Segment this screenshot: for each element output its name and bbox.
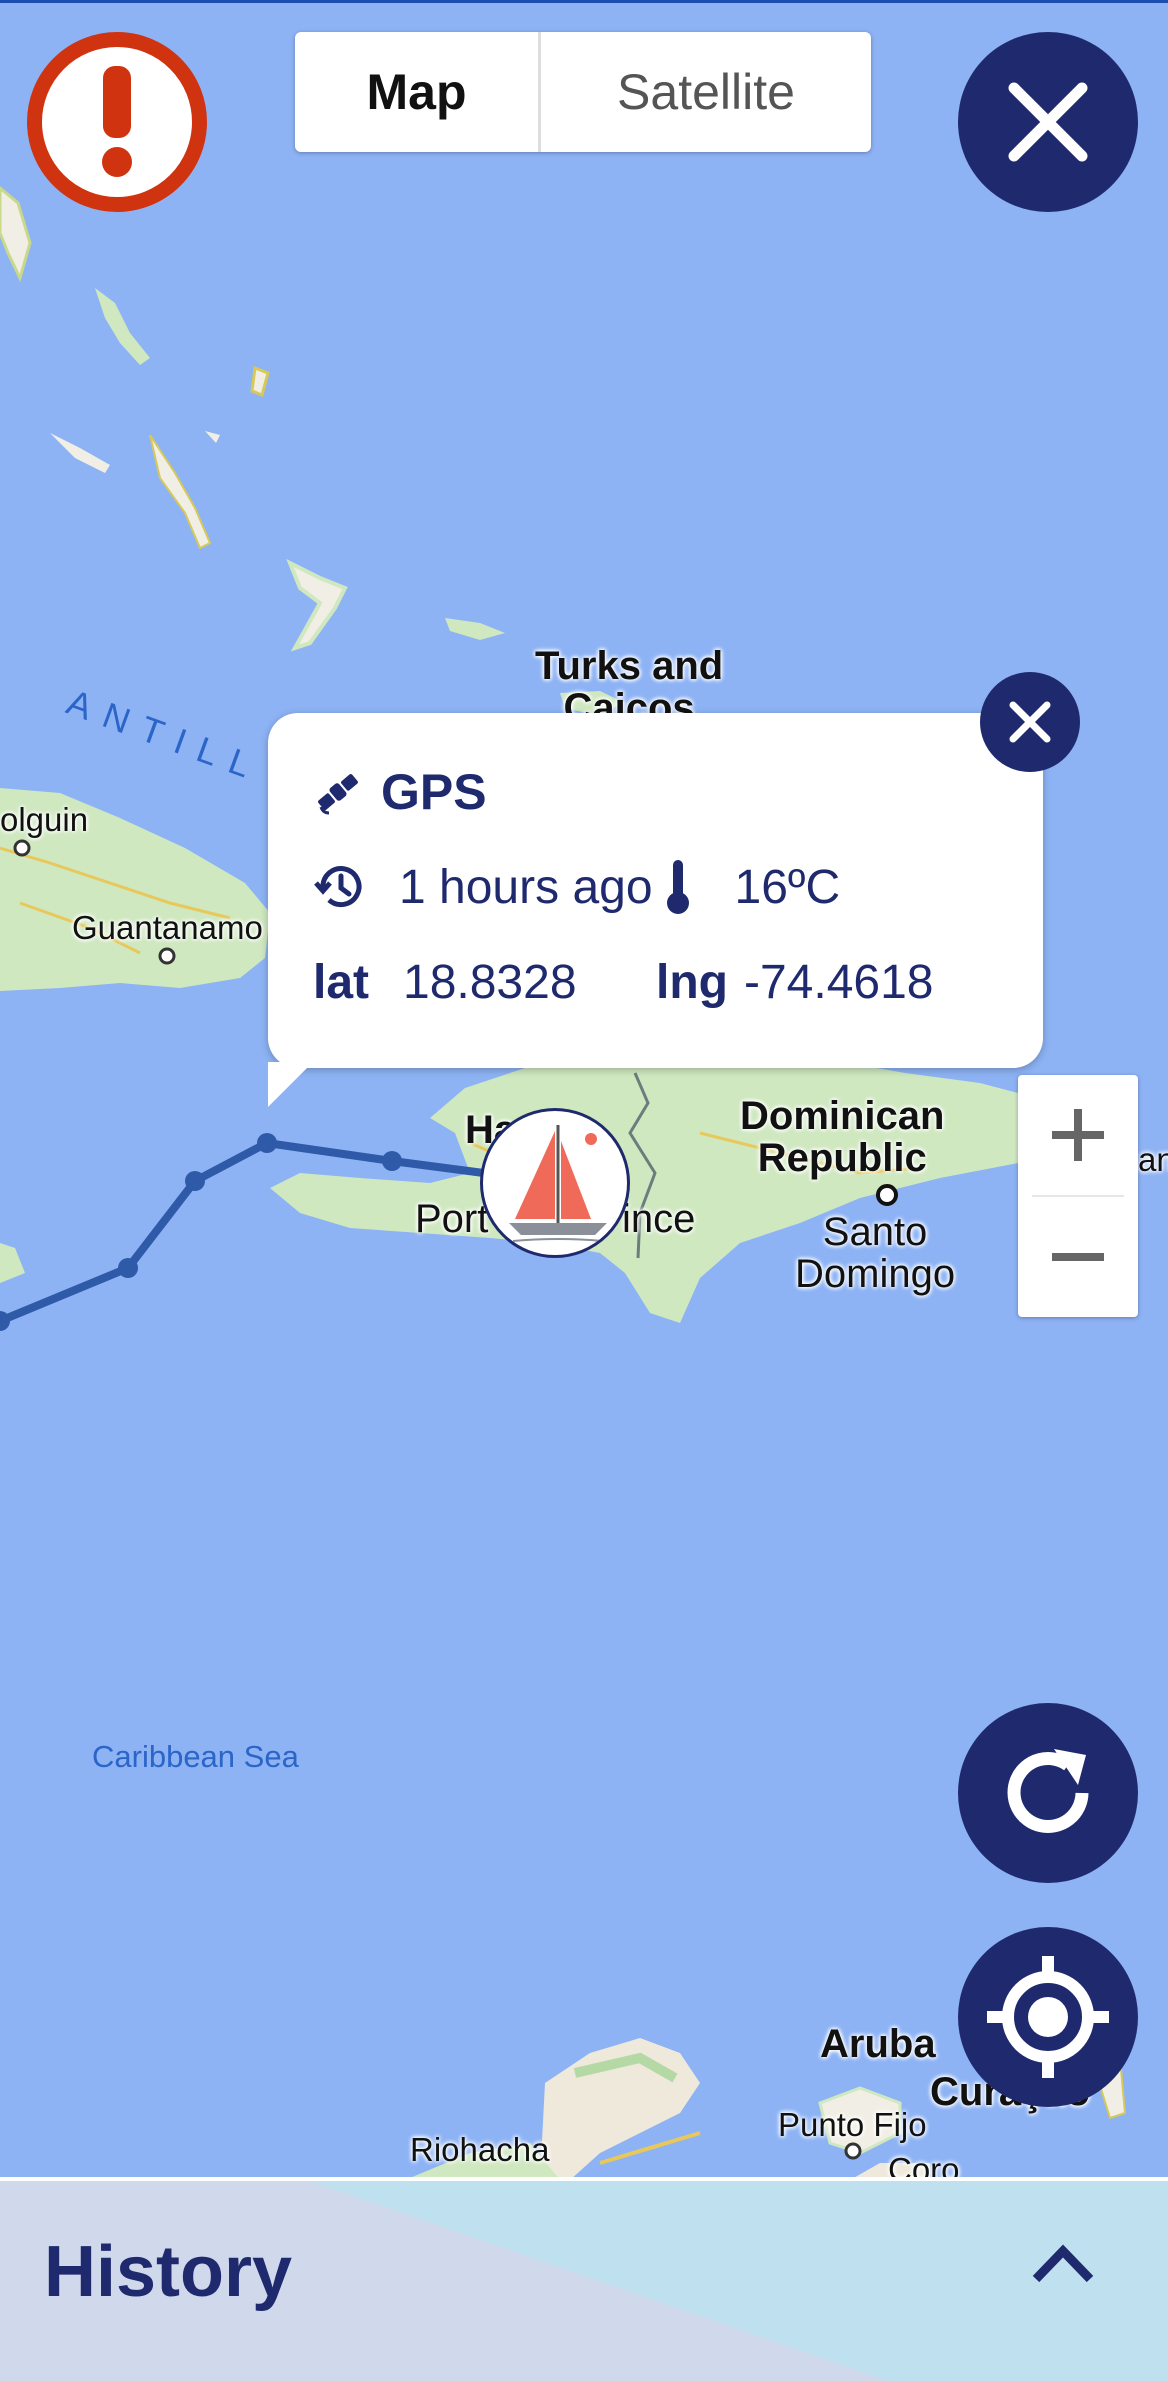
popup-coords-row: lat 18.8328 lng -74.4618 bbox=[313, 955, 934, 1010]
map-label-santo-domingo: Santo Domingo bbox=[795, 1210, 956, 1296]
popup-time-row: 1 hours ago 16ºC bbox=[313, 858, 840, 916]
popup-pointer bbox=[268, 1062, 313, 1107]
map-label-port: Port bbox=[415, 1197, 489, 1241]
refresh-button[interactable] bbox=[958, 1703, 1138, 1883]
zoom-out-button[interactable] bbox=[1018, 1197, 1138, 1317]
map-label-guantanamo: Guantanamo bbox=[72, 909, 263, 946]
history-panel[interactable]: History bbox=[0, 2177, 1168, 2381]
thermometer-icon bbox=[666, 860, 689, 914]
sailboat-icon bbox=[509, 1125, 607, 1242]
popup-lng-label: lng bbox=[656, 956, 728, 1009]
map-label-port-suffix: ince bbox=[622, 1197, 696, 1241]
close-map-button[interactable] bbox=[958, 32, 1138, 212]
chevron-up-icon[interactable] bbox=[1030, 2241, 1096, 2285]
map-label-aruba: Aruba bbox=[820, 2022, 936, 2066]
locate-button[interactable] bbox=[958, 1927, 1138, 2107]
satellite-icon bbox=[318, 774, 358, 815]
popup-source-row: GPS bbox=[313, 763, 487, 821]
map-label-holguin: olguin bbox=[0, 801, 89, 838]
zoom-control bbox=[1018, 1075, 1138, 1317]
exclamation-icon bbox=[102, 66, 132, 177]
popup-close-button[interactable] bbox=[980, 672, 1080, 772]
close-icon bbox=[1009, 701, 1051, 743]
history-title: History bbox=[44, 2232, 293, 2312]
position-info-popup: GPS 1 hours ago 16ºC lat 18.8328 lng -74… bbox=[268, 713, 1043, 1068]
popup-temperature: 16ºC bbox=[734, 860, 841, 914]
map-type-map-button[interactable]: Map bbox=[295, 32, 541, 152]
popup-lat-value: 18.8328 bbox=[403, 956, 577, 1009]
alert-button[interactable] bbox=[27, 32, 207, 212]
boat-marker[interactable] bbox=[480, 1108, 630, 1258]
popup-time-ago: 1 hours ago bbox=[399, 860, 653, 914]
map-type-toggle: Map Satellite bbox=[295, 32, 871, 152]
map-label-coro: Coro bbox=[888, 2151, 960, 2177]
minus-icon bbox=[1052, 1253, 1104, 1261]
map-label-riohacha: Riohacha bbox=[410, 2131, 550, 2168]
map-type-satellite-button[interactable]: Satellite bbox=[541, 32, 871, 152]
refresh-icon bbox=[1007, 1749, 1089, 1833]
crosshair-icon bbox=[987, 1956, 1109, 2078]
map-label-dominican: Dominican Republic bbox=[740, 1094, 945, 1180]
popup-source-label: GPS bbox=[381, 764, 487, 820]
map-label-caribbean-sea: Caribbean Sea bbox=[92, 1739, 299, 1774]
popup-lng-value: -74.4618 bbox=[744, 956, 934, 1009]
history-clock-icon bbox=[314, 866, 362, 908]
map-label-punto-fijo: Punto Fijo bbox=[778, 2106, 927, 2143]
map-label-edge: an bbox=[1138, 1141, 1168, 1178]
close-icon bbox=[1008, 82, 1088, 162]
plus-icon bbox=[1052, 1109, 1104, 1161]
zoom-in-button[interactable] bbox=[1018, 1075, 1138, 1195]
popup-lat-label: lat bbox=[313, 956, 370, 1009]
